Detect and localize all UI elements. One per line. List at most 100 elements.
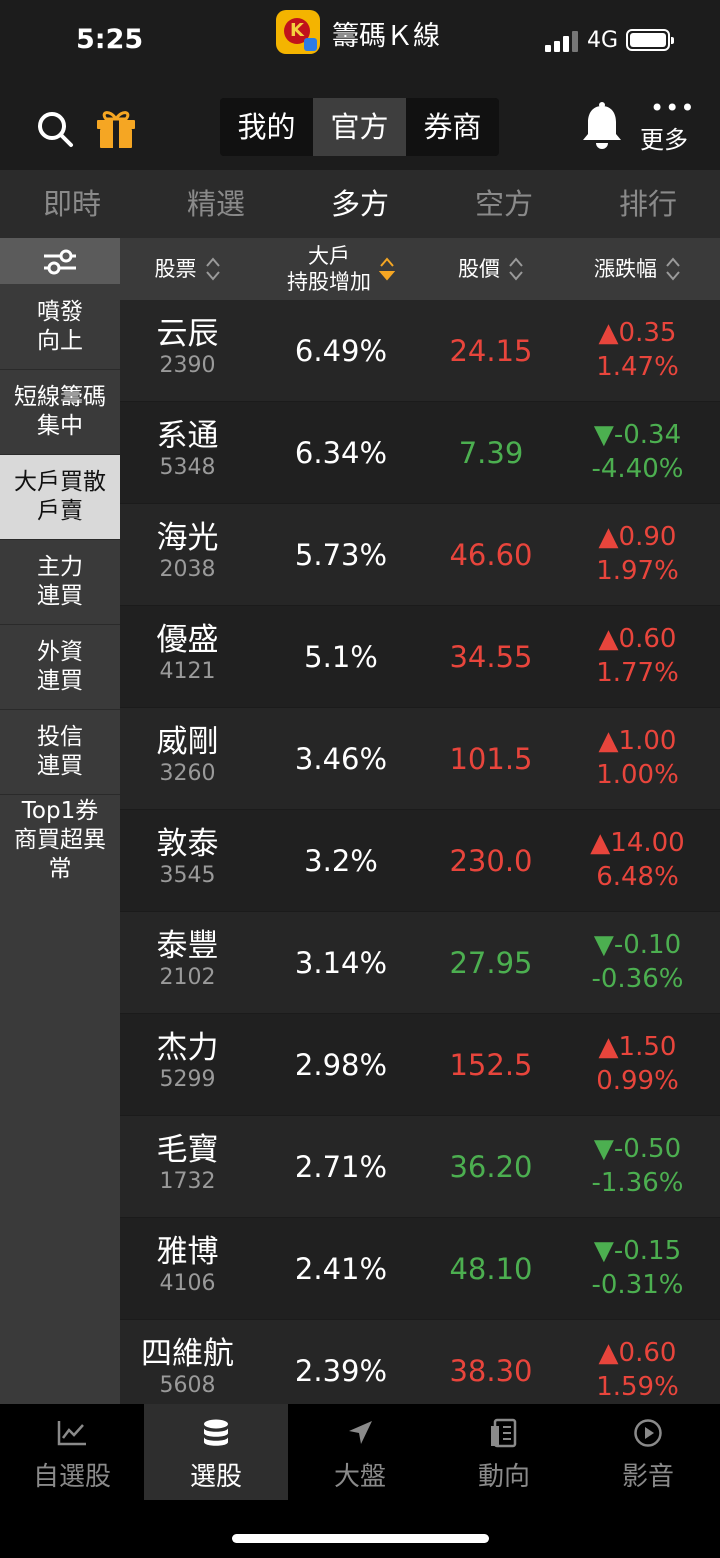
table-row[interactable]: 云辰 2390 6.49% 24.15 ▲0.35 1.47%: [120, 300, 720, 402]
database-icon: [204, 1419, 228, 1446]
bell-icon[interactable]: [580, 102, 624, 152]
stock-price: 152.5: [449, 1048, 533, 1082]
holding-increase: 3.14%: [294, 946, 388, 980]
holding-increase: 2.98%: [294, 1048, 388, 1082]
stock-name: 優盛: [156, 622, 219, 658]
segment-broker[interactable]: 券商: [406, 98, 499, 156]
table-row[interactable]: 毛寶 1732 2.71% 36.20 ▼-0.50 -1.36%: [120, 1116, 720, 1218]
more-label: 更多: [640, 126, 688, 154]
price-change-pct: -0.36%: [591, 964, 684, 994]
price-change: ▲1.00: [598, 726, 677, 756]
holding-increase: 6.49%: [294, 334, 388, 368]
sort-icon: [205, 257, 220, 281]
column-big-holder-increase[interactable]: 大戶 持股增加: [255, 238, 427, 300]
sidebar-item-top1-broker[interactable]: Top1券 商買超異 常: [0, 794, 120, 886]
sidebar-item-foreign-buy[interactable]: 外資 連買: [0, 624, 120, 709]
stock-name: 四維航: [141, 1336, 234, 1372]
price-change-pct: 1.97%: [596, 556, 679, 586]
stock-name: 雅博: [156, 1234, 219, 1270]
holding-increase: 3.2%: [304, 844, 378, 878]
stock-cell: 敦泰 3545: [120, 810, 255, 912]
table-row[interactable]: 敦泰 3545 3.2% 230.0 ▲14.00 6.48%: [120, 810, 720, 912]
sidebar-item-trust-buy[interactable]: 投信 連買: [0, 709, 120, 794]
price-change-cell: ▼-0.15 -0.31%: [555, 1218, 720, 1320]
table-row[interactable]: 海光 2038 5.73% 46.60 ▲0.90 1.97%: [120, 504, 720, 606]
sort-icon: [666, 257, 680, 281]
price-change-cell: ▲0.60 1.77%: [555, 606, 720, 708]
price-change-pct: -0.31%: [591, 1270, 684, 1300]
sidebar-item-short-term-concentration[interactable]: 短線籌碼 集中: [0, 369, 120, 454]
tab-bearish[interactable]: 空方: [432, 170, 576, 238]
price-change: ▼-0.15: [593, 1236, 682, 1266]
navigation-arrow-icon: [349, 1421, 372, 1444]
price-change: ▼-0.10: [593, 930, 682, 960]
sort-icon: [509, 257, 523, 281]
tab-realtime[interactable]: 即時: [0, 170, 144, 238]
stock-price: 27.95: [449, 946, 533, 980]
table-row[interactable]: 雅博 4106 2.41% 48.10 ▼-0.15 -0.31%: [120, 1218, 720, 1320]
nav-media[interactable]: 影音: [576, 1404, 720, 1500]
table-row[interactable]: 系通 5348 6.34% 7.39 ▼-0.34 -4.40%: [120, 402, 720, 504]
table-row[interactable]: 優盛 4121 5.1% 34.55 ▲0.60 1.77%: [120, 606, 720, 708]
gift-icon[interactable]: [94, 106, 138, 150]
price-change: ▲14.00: [590, 828, 685, 858]
price-change-pct: 1.00%: [596, 760, 679, 790]
nav-trends[interactable]: 動向: [432, 1404, 576, 1500]
nav-watchlist[interactable]: 自選股: [0, 1404, 144, 1500]
search-icon[interactable]: [36, 110, 74, 148]
stock-name: 敦泰: [156, 826, 219, 862]
nav-stock-picker[interactable]: 選股: [144, 1404, 288, 1500]
strategy-sidebar: 噴發 向上 短線籌碼 集中 大戶買散 戶賣 主力 連買 外資 連買 投信 連買 …: [0, 238, 120, 1404]
price-change-cell: ▲0.60 1.59%: [555, 1320, 720, 1404]
filter-button[interactable]: [0, 238, 120, 284]
column-big-holder-label: 大戶 持股增加: [287, 244, 371, 294]
play-circle-icon: [634, 1419, 662, 1447]
stock-name: 海光: [156, 520, 219, 556]
price-change: ▲0.60: [598, 624, 677, 654]
stock-price: 48.10: [449, 1252, 533, 1286]
nav-market[interactable]: 大盤: [288, 1404, 432, 1500]
more-dots-icon: •••: [650, 94, 696, 122]
price-change-pct: 0.99%: [596, 1066, 679, 1096]
segment-mine[interactable]: 我的: [220, 98, 313, 156]
table-row[interactable]: 四維航 5608 2.39% 38.30 ▲0.60 1.59%: [120, 1320, 720, 1404]
table-row[interactable]: 泰豐 2102 3.14% 27.95 ▼-0.10 -0.36%: [120, 912, 720, 1014]
stock-cell: 優盛 4121: [120, 606, 255, 708]
price-change-cell: ▼-0.10 -0.36%: [555, 912, 720, 1014]
nav-media-label: 影音: [621, 1462, 674, 1492]
source-segmented-control: 我的 官方 券商: [220, 98, 499, 156]
column-change[interactable]: 漲跌幅: [555, 238, 720, 300]
stock-cell: 毛寶 1732: [120, 1116, 255, 1218]
stock-cell: 雅博 4106: [120, 1218, 255, 1320]
sort-active-icon: [379, 257, 395, 281]
holding-increase: 2.39%: [294, 1354, 388, 1388]
stock-code: 4121: [159, 659, 216, 684]
app-logo-icon: K: [276, 10, 320, 54]
sidebar-item-breakout-up[interactable]: 噴發 向上: [0, 284, 120, 369]
more-button[interactable]: ••• 更多: [636, 94, 696, 158]
nav-watchlist-label: 自選股: [32, 1462, 111, 1492]
column-stock[interactable]: 股票: [120, 238, 255, 300]
column-stock-label: 股票: [154, 257, 197, 281]
tab-bullish[interactable]: 多方: [288, 170, 432, 238]
stock-table: 云辰 2390 6.49% 24.15 ▲0.35 1.47% 系通 5348 6.3…: [120, 300, 720, 1404]
table-row[interactable]: 威剛 3260 3.46% 101.5 ▲1.00 1.00%: [120, 708, 720, 810]
table-row[interactable]: 杰力 5299 2.98% 152.5 ▲1.50 0.99%: [120, 1014, 720, 1116]
holding-increase: 6.34%: [294, 436, 388, 470]
stock-price: 34.55: [449, 640, 533, 674]
segment-official[interactable]: 官方: [313, 98, 406, 156]
price-change: ▲0.35: [598, 318, 677, 348]
stock-cell: 泰豐 2102: [120, 912, 255, 1014]
stock-price: 7.39: [458, 436, 524, 470]
tab-ranking[interactable]: 排行: [576, 170, 720, 238]
stock-name: 杰力: [156, 1030, 219, 1066]
sidebar-item-main-force-buy[interactable]: 主力 連買: [0, 539, 120, 624]
price-change: ▲0.60: [598, 1338, 677, 1368]
price-change: ▼-0.34: [593, 420, 682, 450]
stock-price: 24.15: [449, 334, 533, 368]
stock-code: 2390: [159, 353, 216, 378]
stock-price: 38.30: [449, 1354, 533, 1388]
tab-featured[interactable]: 精選: [144, 170, 288, 238]
column-price[interactable]: 股價: [427, 238, 555, 300]
sidebar-item-big-holder-buy[interactable]: 大戶買散 戶賣: [0, 454, 120, 539]
